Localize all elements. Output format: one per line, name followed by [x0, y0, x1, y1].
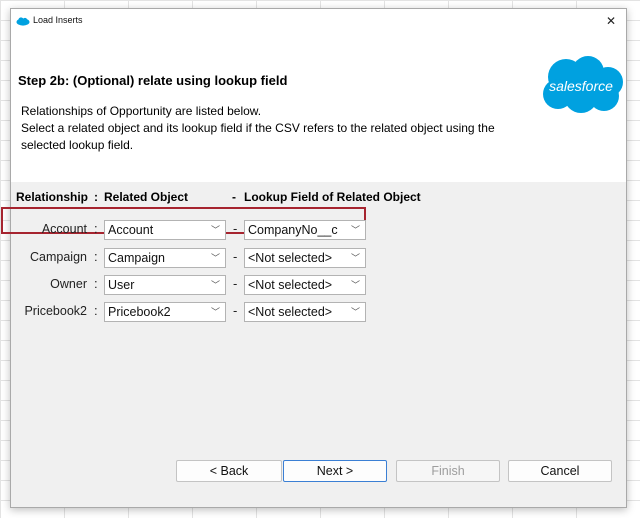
header-relationship: Relationship — [16, 190, 89, 204]
row-dash: - — [233, 303, 238, 318]
lookup-field-value: <Not selected> — [248, 278, 333, 292]
title-bar: Load Inserts ✕ — [11, 9, 626, 35]
description-line: selected lookup field. — [21, 138, 134, 152]
back-button[interactable]: < Back — [176, 460, 282, 482]
related-object-value: Campaign — [108, 251, 165, 265]
relationship-label: Owner — [50, 277, 87, 291]
chevron-down-icon: ﹀ — [350, 253, 360, 263]
row-dash: - — [233, 276, 238, 291]
header-lookup-field: Lookup Field of Related Object — [244, 190, 421, 204]
close-button[interactable]: ✕ — [602, 12, 620, 30]
step-title: Step 2b: (Optional) relate using lookup … — [18, 73, 288, 88]
related-object-value: Account — [108, 223, 154, 237]
row-colon: : — [94, 221, 98, 236]
lookup-field-value: <Not selected> — [248, 305, 333, 319]
relationship-label: Pricebook2 — [24, 304, 87, 318]
chevron-down-icon: ﹀ — [210, 307, 220, 317]
row-colon: : — [94, 276, 98, 291]
window-title: Load Inserts — [33, 15, 83, 25]
lookup-field-value: <Not selected> — [248, 251, 333, 265]
lookup-field-select[interactable]: <Not selected> ﹀ — [244, 275, 366, 295]
lookup-field-select[interactable]: CompanyNo__c ﹀ — [244, 220, 366, 240]
description: Relationships of Opportunity are listed … — [21, 103, 531, 154]
row-dash: - — [233, 221, 238, 236]
related-object-select[interactable]: Pricebook2 ﹀ — [104, 302, 226, 322]
lookup-field-select[interactable]: <Not selected> ﹀ — [244, 248, 366, 268]
chevron-down-icon: ﹀ — [210, 253, 220, 263]
related-object-value: User — [108, 278, 135, 292]
related-object-value: Pricebook2 — [108, 305, 171, 319]
related-object-select[interactable]: Campaign ﹀ — [104, 248, 226, 268]
logo-text: salesforce — [549, 78, 613, 94]
chevron-down-icon: ﹀ — [350, 280, 360, 290]
description-line: Select a related object and its lookup f… — [21, 121, 495, 135]
next-button[interactable]: Next > — [283, 460, 387, 482]
header-dash: - — [232, 190, 236, 204]
salesforce-logo: salesforce — [543, 56, 623, 113]
description-line: Relationships of Opportunity are listed … — [21, 104, 262, 118]
chevron-down-icon: ﹀ — [210, 280, 220, 290]
row-colon: : — [94, 249, 98, 264]
chevron-down-icon: ﹀ — [350, 307, 360, 317]
relationship-label: Campaign — [30, 250, 87, 264]
row-colon: : — [94, 303, 98, 318]
relationship-label: Account — [41, 222, 87, 236]
lookup-field-select[interactable]: <Not selected> ﹀ — [244, 302, 366, 322]
chevron-down-icon: ﹀ — [350, 225, 360, 235]
header-colon: : — [94, 190, 98, 204]
related-object-select[interactable]: Account ﹀ — [104, 220, 226, 240]
lookup-field-value: CompanyNo__c — [248, 223, 338, 237]
chevron-down-icon: ﹀ — [210, 225, 220, 235]
header-related-object: Related Object — [104, 190, 189, 204]
row-dash: - — [233, 249, 238, 264]
cancel-button[interactable]: Cancel — [508, 460, 612, 482]
salesforce-cloud-icon — [16, 17, 30, 26]
wizard-header: Step 2b: (Optional) relate using lookup … — [11, 35, 626, 182]
finish-button[interactable]: Finish — [396, 460, 500, 482]
related-object-select[interactable]: User ﹀ — [104, 275, 226, 295]
